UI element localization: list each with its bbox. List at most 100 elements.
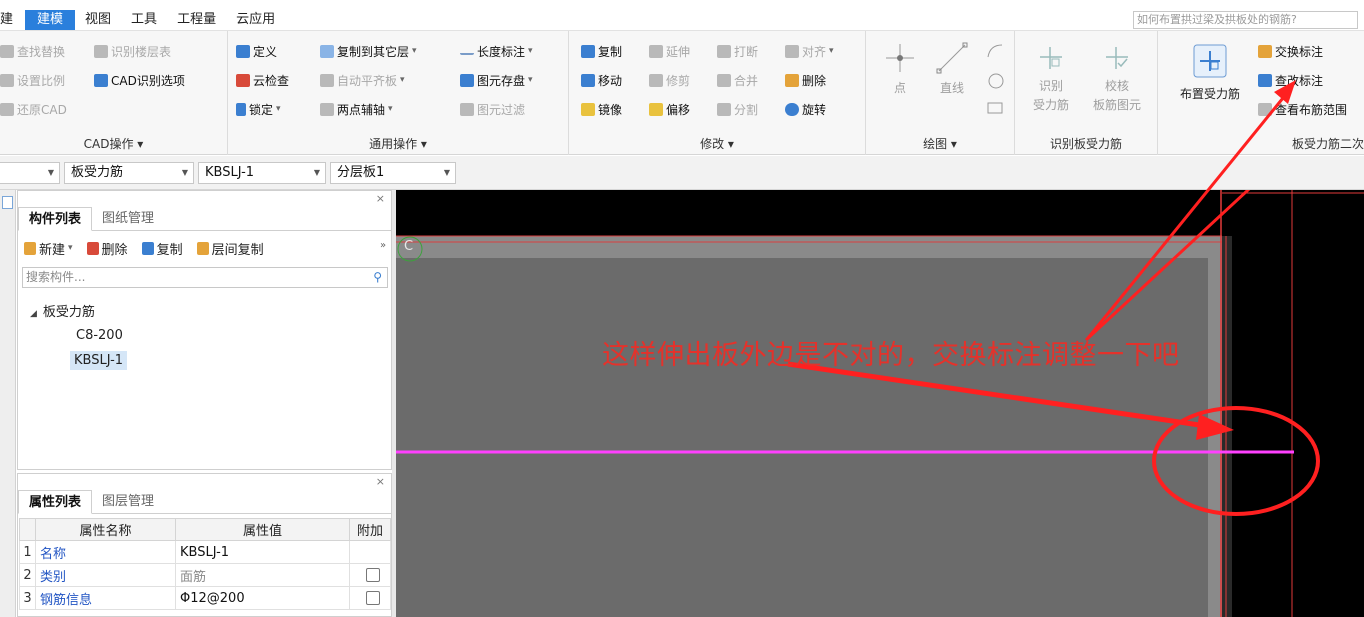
define-button[interactable]: 定义: [236, 40, 277, 62]
extra-cell: [349, 563, 391, 587]
lock-button[interactable]: 锁定 ▾: [236, 98, 281, 120]
extra-checkbox[interactable]: [366, 591, 380, 605]
copy-button[interactable]: 复制: [581, 40, 622, 62]
rotate-icon: [785, 102, 799, 116]
property-value[interactable]: Φ12@200: [175, 586, 350, 610]
delete-button[interactable]: 删除: [785, 69, 826, 91]
find-replace-button[interactable]: 查找替换: [0, 40, 65, 62]
new-component-button[interactable]: 新建 ▾: [24, 239, 73, 258]
ribbon-group-title-identify[interactable]: 识别板受力筋: [1015, 135, 1157, 152]
offset-button[interactable]: 偏移: [649, 98, 690, 120]
panel-pin-icon[interactable]: [2, 196, 13, 209]
chevron-down-icon: ▾: [400, 75, 405, 85]
slab-body[interactable]: [396, 258, 1208, 617]
copy-to-other-floor-button[interactable]: 复制到其它层 ▾: [320, 40, 417, 62]
restore-cad-button[interactable]: 还原CAD: [0, 98, 67, 120]
break-button[interactable]: 打断: [717, 40, 758, 62]
length-dimension-button[interactable]: 长度标注 ▾: [460, 40, 533, 62]
category-dropdown[interactable]: ▼: [0, 162, 60, 184]
offset-icon: [649, 102, 663, 116]
type-dropdown[interactable]: 板受力筋 ▼: [64, 162, 194, 184]
place-rebar-button[interactable]: 布置受力筋: [1170, 41, 1250, 102]
tab-component-list[interactable]: 构件列表: [18, 207, 93, 231]
help-search-input[interactable]: 如何布置拱过梁及拱板处的钢筋?: [1133, 11, 1358, 29]
tab-property-list[interactable]: 属性列表: [18, 490, 93, 514]
rotate-button[interactable]: 旋转: [785, 98, 826, 120]
tree-item-kbslj-1[interactable]: KBSLJ-1: [70, 351, 128, 370]
cloud-check-button[interactable]: 云检查: [236, 69, 289, 91]
element-save-button[interactable]: 图元存盘 ▾: [460, 69, 533, 91]
chevron-down-icon: ▾: [68, 243, 73, 253]
split-button[interactable]: 分割: [717, 98, 758, 120]
row-number: 2: [19, 563, 36, 587]
align-button[interactable]: 对齐 ▾: [785, 40, 834, 62]
lock-label: 锁定: [249, 102, 274, 117]
filter-icon: [460, 102, 474, 116]
menu-tab-modeling[interactable]: 建模: [25, 10, 76, 30]
extra-checkbox[interactable]: [366, 568, 380, 582]
left-collapse-strip[interactable]: [0, 190, 16, 617]
ribbon-group-title-draw[interactable]: 绘图 ▾: [866, 135, 1014, 152]
view-rebar-range-button[interactable]: 查看布筋范围: [1258, 98, 1347, 120]
tab-drawing-management[interactable]: 图纸管理: [92, 207, 164, 231]
element-filter-button[interactable]: 图元过滤: [460, 98, 525, 120]
trim-label: 修剪: [666, 73, 691, 88]
chevron-down-icon: ▼: [47, 168, 54, 177]
merge-button[interactable]: 合并: [717, 69, 758, 91]
menu-tab-view[interactable]: 视图: [75, 10, 121, 30]
point-button[interactable]: 点: [880, 41, 920, 96]
set-scale-label: 设置比例: [17, 73, 66, 88]
component-dropdown[interactable]: KBSLJ-1 ▼: [198, 162, 326, 184]
two-point-axis-button[interactable]: 两点辅轴 ▾: [320, 98, 393, 120]
tree-root-slab-rebar[interactable]: ◢ 板受力筋: [30, 301, 95, 320]
line-button[interactable]: 直线: [932, 41, 972, 96]
tree-item-c8-200[interactable]: C8-200: [76, 328, 123, 343]
collapse-triangle-icon[interactable]: ◢: [30, 309, 37, 319]
set-scale-button[interactable]: 设置比例: [0, 69, 65, 91]
layer-slab-dropdown[interactable]: 分层板1 ▼: [330, 162, 456, 184]
delete-component-button[interactable]: 删除: [86, 239, 128, 258]
ribbon-group-title-common[interactable]: 通用操作 ▾: [228, 135, 568, 152]
identify-floor-table-button[interactable]: 识别楼层表: [94, 40, 171, 62]
edit-label-button[interactable]: 查改标注: [1258, 69, 1323, 91]
drawing-canvas[interactable]: C 这样伸出板外边是不对的，交换标注调整一下吧: [396, 190, 1364, 617]
mirror-button[interactable]: 镜像: [581, 98, 622, 120]
move-button[interactable]: 移动: [581, 69, 622, 91]
verify-slab-rebar-button[interactable]: 校核 板筋图元: [1085, 43, 1149, 115]
copy-between-floors-button[interactable]: 层间复制: [196, 239, 264, 258]
copy-component-button[interactable]: 复制: [141, 239, 183, 258]
copy-floor-icon: [320, 44, 334, 58]
property-value[interactable]: KBSLJ-1: [175, 540, 350, 564]
draw-shape-tools[interactable]: [982, 41, 1006, 119]
ribbon-group-title-modify[interactable]: 修改 ▾: [569, 135, 865, 152]
ribbon-group-common: 定义 复制到其它层 ▾ 长度标注 ▾ 云检查 自动平齐板 ▾ 图元存盘 ▾ 锁定 ▾ 两点…: [228, 31, 569, 155]
property-value[interactable]: 面筋: [175, 563, 350, 587]
menu-tab-tools[interactable]: 工具: [121, 10, 167, 30]
extend-label: 延伸: [666, 44, 691, 59]
search-icon[interactable]: ⚲: [373, 268, 382, 287]
cad-options-button[interactable]: CAD识别选项: [94, 69, 185, 91]
auto-align-slab-button[interactable]: 自动平齐板 ▾: [320, 69, 405, 91]
copy-component-label: 复制: [156, 242, 183, 258]
toolbar-overflow-icon[interactable]: »: [380, 240, 386, 251]
trim-button[interactable]: 修剪: [649, 69, 690, 91]
point-label: 点: [893, 81, 906, 95]
menu-tab-quantity[interactable]: 工程量: [167, 10, 226, 30]
point-icon: [886, 44, 914, 72]
identify-rebar-button[interactable]: 识别 受力筋: [1023, 43, 1079, 115]
close-icon[interactable]: ×: [376, 192, 385, 205]
lock-icon: [236, 102, 246, 116]
ribbon-group-title-cad[interactable]: CAD操作 ▾: [0, 135, 227, 152]
swap-label-button[interactable]: 交换标注: [1258, 40, 1323, 62]
chevron-down-icon: ▾: [829, 46, 834, 56]
chevron-down-icon: ▼: [443, 168, 450, 177]
tab-layer-management[interactable]: 图层管理: [92, 490, 164, 514]
extend-button[interactable]: 延伸: [649, 40, 690, 62]
floor-copy-icon: [196, 241, 209, 255]
menu-tab-cloud[interactable]: 云应用: [226, 10, 285, 30]
component-search-input[interactable]: 搜索构件... ⚲: [22, 267, 388, 288]
edit-label-icon: [1258, 73, 1272, 87]
menu-tab-prev[interactable]: 建: [0, 10, 25, 30]
element-save-label: 图元存盘: [477, 73, 526, 88]
close-icon[interactable]: ×: [376, 475, 385, 488]
